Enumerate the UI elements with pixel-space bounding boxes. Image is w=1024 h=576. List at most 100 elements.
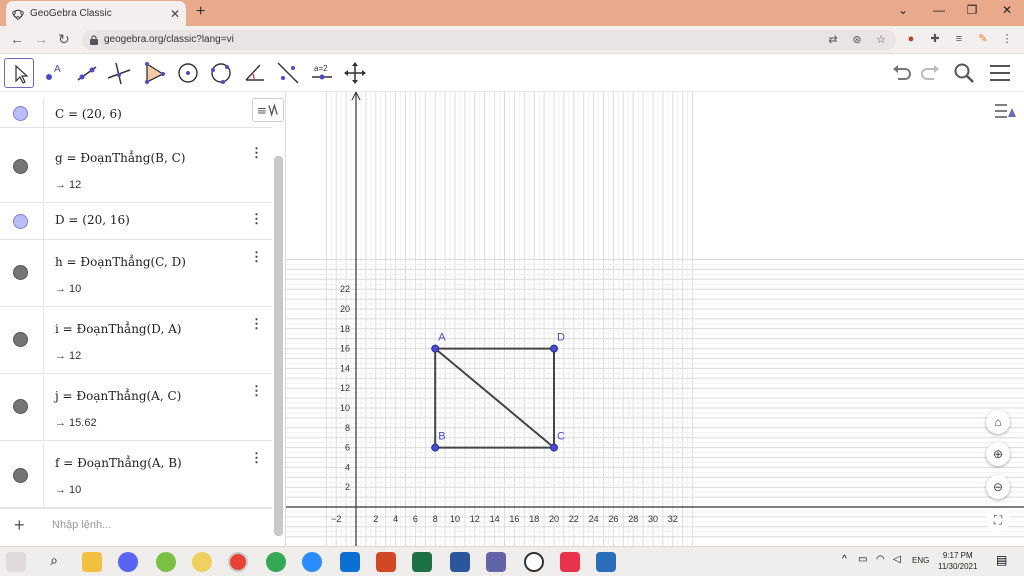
- chrome-icon[interactable]: [228, 552, 248, 572]
- visibility-toggle-icon[interactable]: [13, 214, 28, 229]
- browser-tab[interactable]: GeoGebra Classic ✕: [6, 1, 186, 26]
- algebra-definition[interactable]: j = ĐoạnThẳng(A, C): [55, 389, 181, 403]
- word-icon[interactable]: [450, 552, 470, 572]
- perpendicular-line-tool-icon[interactable]: [104, 58, 134, 88]
- algebra-definition[interactable]: f = ĐoạnThẳng(A, B): [55, 456, 182, 470]
- search-taskbar-icon[interactable]: ⌕: [44, 552, 64, 572]
- point-A[interactable]: [431, 344, 440, 353]
- angle-tool-icon[interactable]: [240, 58, 270, 88]
- reading-list-icon[interactable]: ≡: [952, 32, 966, 46]
- tab-search-icon[interactable]: ⌄: [891, 3, 915, 17]
- algebra-definition[interactable]: D = (20, 16): [55, 213, 130, 227]
- algebra-row[interactable]: D = (20, 16) ⋮: [0, 204, 272, 240]
- graphics-canvas[interactable]: −2 2 4 6 8 10 12 14 16 18 20 22 24 26 28 30 322468101214…: [286, 92, 1024, 546]
- visibility-toggle-icon[interactable]: [13, 399, 28, 414]
- move-graphics-tool-icon[interactable]: [340, 58, 370, 88]
- polygon-tool-icon[interactable]: [139, 58, 169, 88]
- visibility-toggle-icon[interactable]: [13, 106, 28, 121]
- language-indicator[interactable]: ENG: [912, 556, 929, 565]
- row-menu-icon[interactable]: ⋮: [250, 211, 263, 227]
- visibility-toggle-icon[interactable]: [13, 332, 28, 347]
- main-menu-icon[interactable]: [989, 64, 1011, 82]
- algebra-row[interactable]: j = ĐoạnThẳng(A, C) → 15.62 ⋮: [0, 375, 272, 441]
- app-icon[interactable]: [192, 552, 212, 572]
- start-icon[interactable]: [6, 552, 26, 572]
- zoom-out-icon[interactable]: ⊖: [986, 475, 1010, 499]
- bookmark-star-icon[interactable]: ☆: [874, 33, 888, 47]
- point-tool-icon[interactable]: A: [38, 58, 68, 88]
- translate-icon[interactable]: ⇄: [826, 33, 840, 47]
- browser-menu-icon[interactable]: ⋮: [1000, 32, 1014, 46]
- visibility-toggle-icon[interactable]: [13, 468, 28, 483]
- algebra-row[interactable]: i = ĐoạnThẳng(D, A) → 12 ⋮: [0, 308, 272, 374]
- zoom-in-icon[interactable]: ⊕: [986, 442, 1010, 466]
- point-C[interactable]: [550, 443, 558, 452]
- app-icon[interactable]: [156, 552, 176, 572]
- algebra-definition[interactable]: i = ĐoạnThẳng(D, A): [55, 322, 181, 336]
- input-placeholder[interactable]: Nhập lệnh...: [52, 519, 111, 531]
- circle-three-points-tool-icon[interactable]: [206, 58, 236, 88]
- url-field[interactable]: geogebra.org/classic?lang=vi ⇄ ⊛ ☆: [82, 30, 896, 50]
- slider-tool-icon[interactable]: a=2: [307, 58, 337, 88]
- row-menu-icon[interactable]: ⋮: [250, 383, 263, 399]
- point-B[interactable]: [431, 443, 440, 452]
- teams-icon[interactable]: [486, 552, 506, 572]
- input-bar[interactable]: + Nhập lệnh...: [0, 508, 272, 546]
- algebra-definition[interactable]: C = (20, 6): [55, 107, 122, 121]
- photos-icon[interactable]: [596, 552, 616, 572]
- file-explorer-icon[interactable]: [82, 552, 102, 572]
- app-icon[interactable]: [560, 552, 580, 572]
- search-icon[interactable]: [953, 62, 975, 84]
- maximize-button[interactable]: ❐: [960, 3, 984, 17]
- puzzle-icon[interactable]: ✚: [928, 32, 942, 46]
- discord-icon[interactable]: [118, 552, 138, 572]
- visibility-toggle-icon[interactable]: [13, 159, 28, 174]
- zalo-icon[interactable]: [340, 552, 360, 572]
- extension-icon[interactable]: ⊛: [850, 33, 864, 47]
- circle-center-point-tool-icon[interactable]: [173, 58, 203, 88]
- algebra-scrollbar[interactable]: [274, 156, 283, 536]
- notifications-icon[interactable]: ▤: [996, 553, 1007, 567]
- algebra-row[interactable]: f = ĐoạnThẳng(A, B) → 10 ⋮: [0, 442, 272, 508]
- undo-icon[interactable]: [891, 63, 913, 83]
- algebra-definition[interactable]: h = ĐoạnThẳng(C, D): [55, 255, 186, 269]
- new-tab-button[interactable]: +: [196, 3, 205, 21]
- line-tool-icon[interactable]: [72, 58, 102, 88]
- tab-close-icon[interactable]: ✕: [170, 7, 180, 21]
- fullscreen-icon[interactable]: ⛶: [986, 508, 1010, 532]
- move-tool-icon[interactable]: [4, 58, 34, 88]
- add-icon[interactable]: +: [14, 515, 25, 536]
- redo-icon[interactable]: [919, 63, 941, 83]
- graphics-style-bar-toggle-icon[interactable]: [992, 100, 1018, 122]
- row-menu-icon[interactable]: ⋮: [250, 249, 263, 265]
- forward-icon[interactable]: →: [34, 31, 48, 47]
- row-menu-icon[interactable]: ⋮: [250, 145, 263, 161]
- zoom-app-icon[interactable]: [302, 552, 322, 572]
- powerpoint-icon[interactable]: [376, 552, 396, 572]
- algebra-row[interactable]: g = ĐoạnThẳng(B, C) → 12 ⋮: [0, 129, 272, 203]
- reflect-tool-icon[interactable]: [273, 58, 303, 88]
- pen-extension-icon[interactable]: ✎: [976, 32, 990, 46]
- opera-extension-icon[interactable]: ●: [904, 32, 918, 46]
- graphics-view[interactable]: −2 2 4 6 8 10 12 14 16 18 20 22 24 26 28 30 32 2 4 6 8 10 12 14…: [286, 92, 1024, 546]
- volume-icon[interactable]: ◁: [893, 554, 901, 565]
- chrome-icon[interactable]: [266, 552, 286, 572]
- wifi-icon[interactable]: ◠: [876, 554, 885, 565]
- algebra-row[interactable]: h = ĐoạnThẳng(C, D) → 10 ⋮: [0, 241, 272, 307]
- clock[interactable]: 9:17 PM 11/30/2021: [938, 550, 977, 572]
- visibility-toggle-icon[interactable]: [13, 265, 28, 280]
- algebra-definition[interactable]: g = ĐoạnThẳng(B, C): [55, 151, 185, 165]
- close-window-button[interactable]: ✕: [995, 3, 1019, 17]
- algebra-row[interactable]: C = (20, 6): [0, 98, 272, 128]
- back-icon[interactable]: ←: [10, 31, 24, 47]
- tray-chevron-icon[interactable]: ^: [842, 554, 847, 565]
- point-D[interactable]: [550, 344, 558, 353]
- reload-icon[interactable]: ↻: [58, 31, 70, 48]
- minimize-button[interactable]: —: [927, 3, 951, 17]
- row-menu-icon[interactable]: ⋮: [250, 450, 263, 466]
- geogebra-taskbar-icon[interactable]: [524, 552, 544, 572]
- home-view-icon[interactable]: ⌂: [986, 410, 1010, 434]
- row-menu-icon[interactable]: ⋮: [250, 316, 263, 332]
- algebra-style-bar-toggle-icon[interactable]: ≡: [252, 98, 284, 122]
- excel-icon[interactable]: [412, 552, 432, 572]
